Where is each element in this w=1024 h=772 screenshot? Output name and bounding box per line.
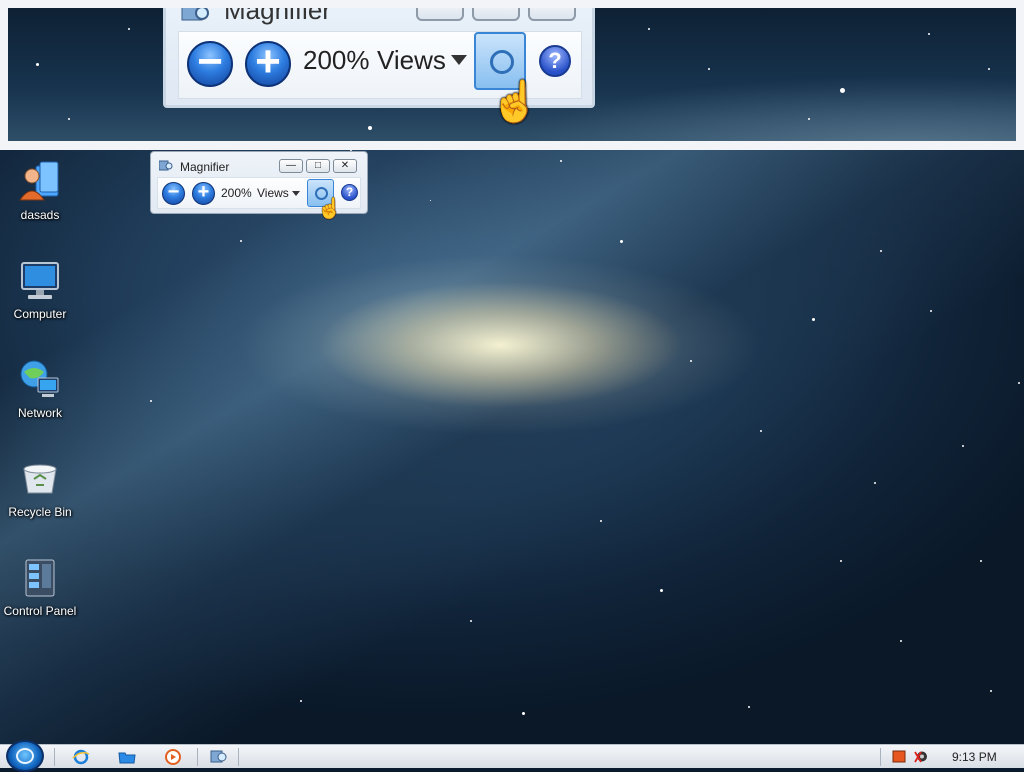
star [840,560,842,562]
user-folder-icon [18,160,62,204]
action-center-icon[interactable] [892,750,906,763]
magnified-window-title: Magnifier [224,8,331,25]
magnified-zoom-in-icon: + [245,40,291,87]
close-button[interactable]: ✕ [333,159,357,173]
desktop-icon-label: Recycle Bin [8,505,72,519]
star [522,712,525,715]
magnifier-taskbar-icon[interactable] [210,749,228,765]
star [760,430,762,432]
magnified-lens-icon [490,50,514,74]
maximize-button[interactable]: □ [306,159,330,173]
magnified-help-icon: ? [539,45,571,77]
taskbar-clock[interactable]: 9:13 PM [952,750,997,764]
star [930,310,932,312]
magnified-star [648,28,650,30]
media-player-icon[interactable] [164,749,182,765]
recycle-bin-icon [18,457,62,501]
start-button[interactable] [6,740,44,772]
star [812,318,815,321]
computer-icon [18,259,62,303]
star [690,360,692,362]
folder-icon[interactable] [118,749,136,765]
views-dropdown[interactable]: Views [257,186,289,200]
magnifier-lens-view: Magnifier − + 200% Views ? ☝ [0,0,1024,150]
desktop-icon-computer[interactable]: Computer [0,259,80,321]
magnified-star [928,33,930,35]
star [990,690,992,692]
zoom-in-button[interactable]: + [192,182,215,205]
magnified-views-label: Views [377,45,446,75]
magnified-maximize-button [472,8,520,21]
taskbar-separator [54,748,55,766]
magnified-region: Magnifier − + 200% Views ? ☝ [8,8,1016,141]
star [748,706,750,708]
network-icon [18,358,62,402]
taskbar-separator [197,748,198,766]
magnifier-app-icon [159,160,173,171]
zoom-out-button[interactable]: − [162,182,185,205]
desktop-icon-label: Computer [13,307,67,321]
desktop-icon-label: dasads [20,208,60,222]
star [980,560,982,562]
volume-muted-icon[interactable] [914,750,928,763]
magnified-zoom-out-icon: − [187,40,233,87]
magnifier-window-title: Magnifier [180,160,230,174]
zoom-level: 200% [221,186,252,200]
internet-explorer-icon[interactable] [72,749,90,765]
magnified-zoom-level: 200% [303,45,370,75]
taskbar: 9:13 PM [0,740,1024,772]
star [150,400,152,402]
star [880,250,882,252]
taskbar-separator [238,748,239,766]
star [660,589,663,592]
star [900,640,902,642]
control-panel-icon [18,556,62,600]
star [560,160,562,162]
desktop-icon-label: Network [17,406,62,420]
star [1018,382,1020,384]
star [300,700,302,702]
magnified-hand-cursor-icon: ☝ [490,80,540,124]
magnified-star [988,68,990,70]
magnified-star [128,28,130,30]
desktop-icon-dasads[interactable]: dasads [0,160,80,222]
desktop-icon-network[interactable]: Network [0,358,80,420]
magnified-star [368,126,372,130]
minimize-button[interactable]: — [279,159,303,173]
star [240,240,242,242]
help-button[interactable]: ? [341,184,358,201]
star [600,520,602,522]
magnified-star [708,68,710,70]
star [620,240,623,243]
magnifier-app-icon [181,8,209,21]
magnified-minimize-button [416,8,464,21]
hand-cursor-icon: ☝ [317,198,342,220]
magnified-views-caret-icon [451,55,467,65]
taskbar-separator [880,748,881,766]
star [962,445,964,447]
views-caret-icon[interactable] [292,191,300,196]
magnified-star [36,63,39,66]
desktop-icon-label: Control Panel [3,604,77,618]
magnified-close-button [528,8,576,21]
magnified-star [808,118,810,120]
star [430,200,431,201]
magnified-star [68,118,70,120]
desktop-icon-recycle-bin[interactable]: Recycle Bin [0,457,80,519]
magnified-star [840,88,845,93]
start-orb-icon [16,748,34,764]
desktop-icon-control-panel[interactable]: Control Panel [0,556,80,618]
star [874,482,876,484]
star [470,620,472,622]
